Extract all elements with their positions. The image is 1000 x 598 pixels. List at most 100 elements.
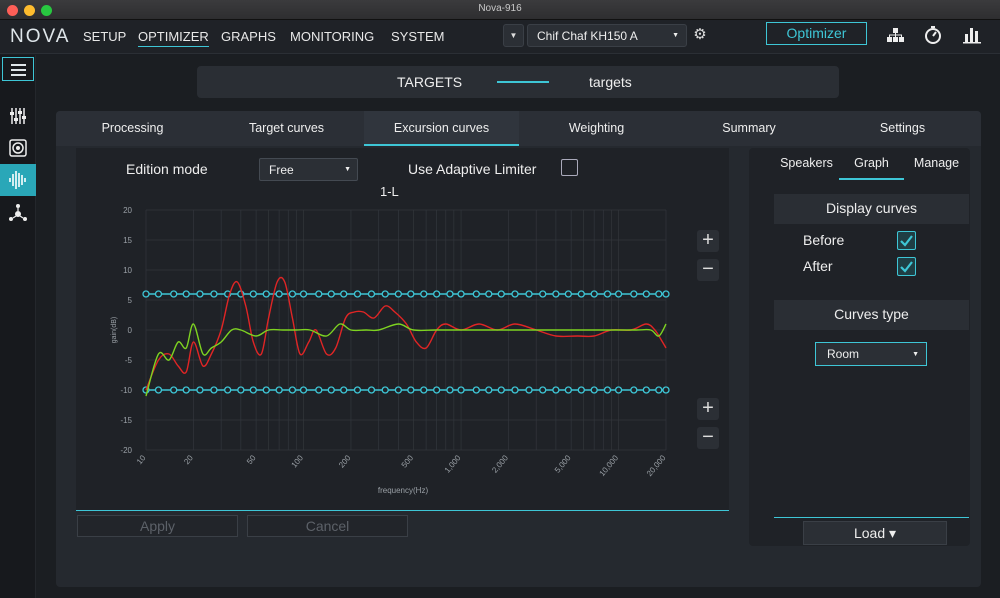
apply-button[interactable]: Apply <box>77 515 238 537</box>
menu-icon[interactable] <box>2 57 34 81</box>
window-titlebar: Nova-916 <box>0 0 1000 20</box>
excursion-handle-point <box>457 386 465 394</box>
before-checkbox[interactable] <box>897 231 916 250</box>
nav-monitoring[interactable]: MONITORING <box>290 29 374 44</box>
zoom-out-bottom-button[interactable]: − <box>697 427 719 449</box>
excursion-chart[interactable]: 20151050-5-10-15-2010 20 50 100 200 500 1,000 2… <box>76 195 686 505</box>
excursion-handle-point <box>340 386 348 394</box>
x-tick-label: 1,000 <box>443 453 463 475</box>
speaker-select[interactable]: Chif Chaf KH150 A ▼ <box>527 24 687 47</box>
excursion-handle-point <box>420 386 428 394</box>
excursion-handle-point <box>196 386 204 394</box>
tab-summary[interactable]: Summary <box>674 111 824 146</box>
excursion-handle-point <box>539 290 547 298</box>
y-tick-label: -10 <box>120 386 132 395</box>
optimizer-button[interactable]: Optimizer <box>766 22 867 45</box>
after-label: After <box>803 258 833 274</box>
excursion-handle-point <box>472 290 480 298</box>
excursion-handle-point <box>394 386 403 394</box>
graph-footer-divider <box>76 510 729 511</box>
nav-setup[interactable]: SETUP <box>83 29 126 44</box>
excursion-handle-point <box>614 290 623 298</box>
tab-manage[interactable]: Manage <box>904 148 969 180</box>
edition-mode-select[interactable]: Free ▼ <box>259 158 358 181</box>
excursion-handle-point <box>614 386 623 394</box>
tab-target-curves[interactable]: Target curves <box>209 111 364 146</box>
nav-optimizer[interactable]: OPTIMIZER <box>138 29 209 47</box>
y-tick-label: 15 <box>123 236 132 245</box>
excursion-handle-point <box>457 290 465 298</box>
tab-processing[interactable]: Processing <box>56 111 209 146</box>
excursion-handle-point <box>381 386 389 394</box>
targets-name: targets <box>589 74 632 90</box>
x-tick-label: 5,000 <box>553 453 573 475</box>
network-icon[interactable] <box>0 198 36 230</box>
speaker-dropdown-button[interactable]: ▼ <box>503 24 524 47</box>
tab-weighting[interactable]: Weighting <box>519 111 674 146</box>
excursion-handle-point <box>446 386 454 394</box>
speaker-icon[interactable] <box>0 132 36 164</box>
adaptive-limiter-label: Use Adaptive Limiter <box>408 161 537 177</box>
tab-bar: Processing Target curves Excursion curve… <box>56 111 981 146</box>
excursion-handle-point <box>407 290 415 298</box>
waveform-icon[interactable] <box>0 164 36 196</box>
excursion-handle-point <box>564 290 573 298</box>
tab-graph[interactable]: Graph <box>839 148 904 180</box>
nav-graphs[interactable]: GRAPHS <box>221 29 276 44</box>
excursion-handle-point <box>497 386 505 394</box>
gear-icon[interactable]: ⚙ <box>690 25 710 45</box>
chevron-down-icon: ▼ <box>912 351 919 358</box>
excursion-handle-point <box>590 290 598 298</box>
excursion-handle-point <box>497 290 505 298</box>
tab-speakers[interactable]: Speakers <box>774 148 839 180</box>
excursion-handle-point <box>662 386 670 394</box>
stopwatch-icon[interactable] <box>923 25 943 45</box>
excursion-handle-point <box>249 290 257 298</box>
app-logo: NOVA <box>10 26 71 47</box>
edition-mode-value: Free <box>269 163 294 177</box>
excursion-handle-point <box>275 290 283 298</box>
excursion-handle-point <box>315 290 323 298</box>
excursion-handle-point <box>407 386 415 394</box>
zoom-in-top-button[interactable]: + <box>697 230 719 252</box>
excursion-handle-point <box>564 386 573 394</box>
mixer-icon[interactable] <box>0 100 36 132</box>
x-tick-label: 20 <box>182 453 195 466</box>
chevron-down-icon: ▼ <box>509 31 518 40</box>
excursion-handle-point <box>170 386 178 394</box>
excursion-handle-point <box>642 386 650 394</box>
zoom-in-bottom-button[interactable]: + <box>697 398 719 420</box>
excursion-handle-point <box>394 290 403 298</box>
tab-settings[interactable]: Settings <box>824 111 981 146</box>
load-button[interactable]: Load ▾ <box>803 521 947 545</box>
bar-chart-icon[interactable] <box>962 25 982 45</box>
excursion-handle-point <box>262 290 270 298</box>
excursion-handle-point <box>142 290 150 298</box>
excursion-handle-point <box>630 386 638 394</box>
chevron-down-icon: ▼ <box>344 166 351 173</box>
tab-excursion-curves[interactable]: Excursion curves <box>364 111 519 146</box>
nav-system[interactable]: SYSTEM <box>391 29 444 44</box>
excursion-handle-point <box>210 290 218 298</box>
excursion-handle-point <box>299 290 308 298</box>
excursion-handle-point <box>237 386 245 394</box>
excursion-handle-point <box>603 290 612 298</box>
excursion-handle-point <box>299 386 308 394</box>
hierarchy-icon[interactable] <box>885 25 905 45</box>
x-tick-label: 50 <box>245 453 258 466</box>
checkmark-icon <box>900 261 913 273</box>
curves-type-select[interactable]: Room ▼ <box>815 342 927 366</box>
x-tick-label: 10,000 <box>597 453 620 478</box>
excursion-handle-point <box>182 290 190 298</box>
targets-bar: TARGETS targets <box>197 66 839 98</box>
excursion-handle-point <box>485 386 493 394</box>
excursion-handle-point <box>367 290 376 298</box>
excursion-handle-point <box>630 290 638 298</box>
zoom-out-top-button[interactable]: − <box>697 259 719 281</box>
excursion-handle-point <box>353 290 362 298</box>
adaptive-limiter-checkbox[interactable] <box>561 159 578 176</box>
x-tick-label: 100 <box>290 453 306 469</box>
after-checkbox[interactable] <box>897 257 916 276</box>
excursion-handle-point <box>367 386 376 394</box>
cancel-button[interactable]: Cancel <box>247 515 408 537</box>
